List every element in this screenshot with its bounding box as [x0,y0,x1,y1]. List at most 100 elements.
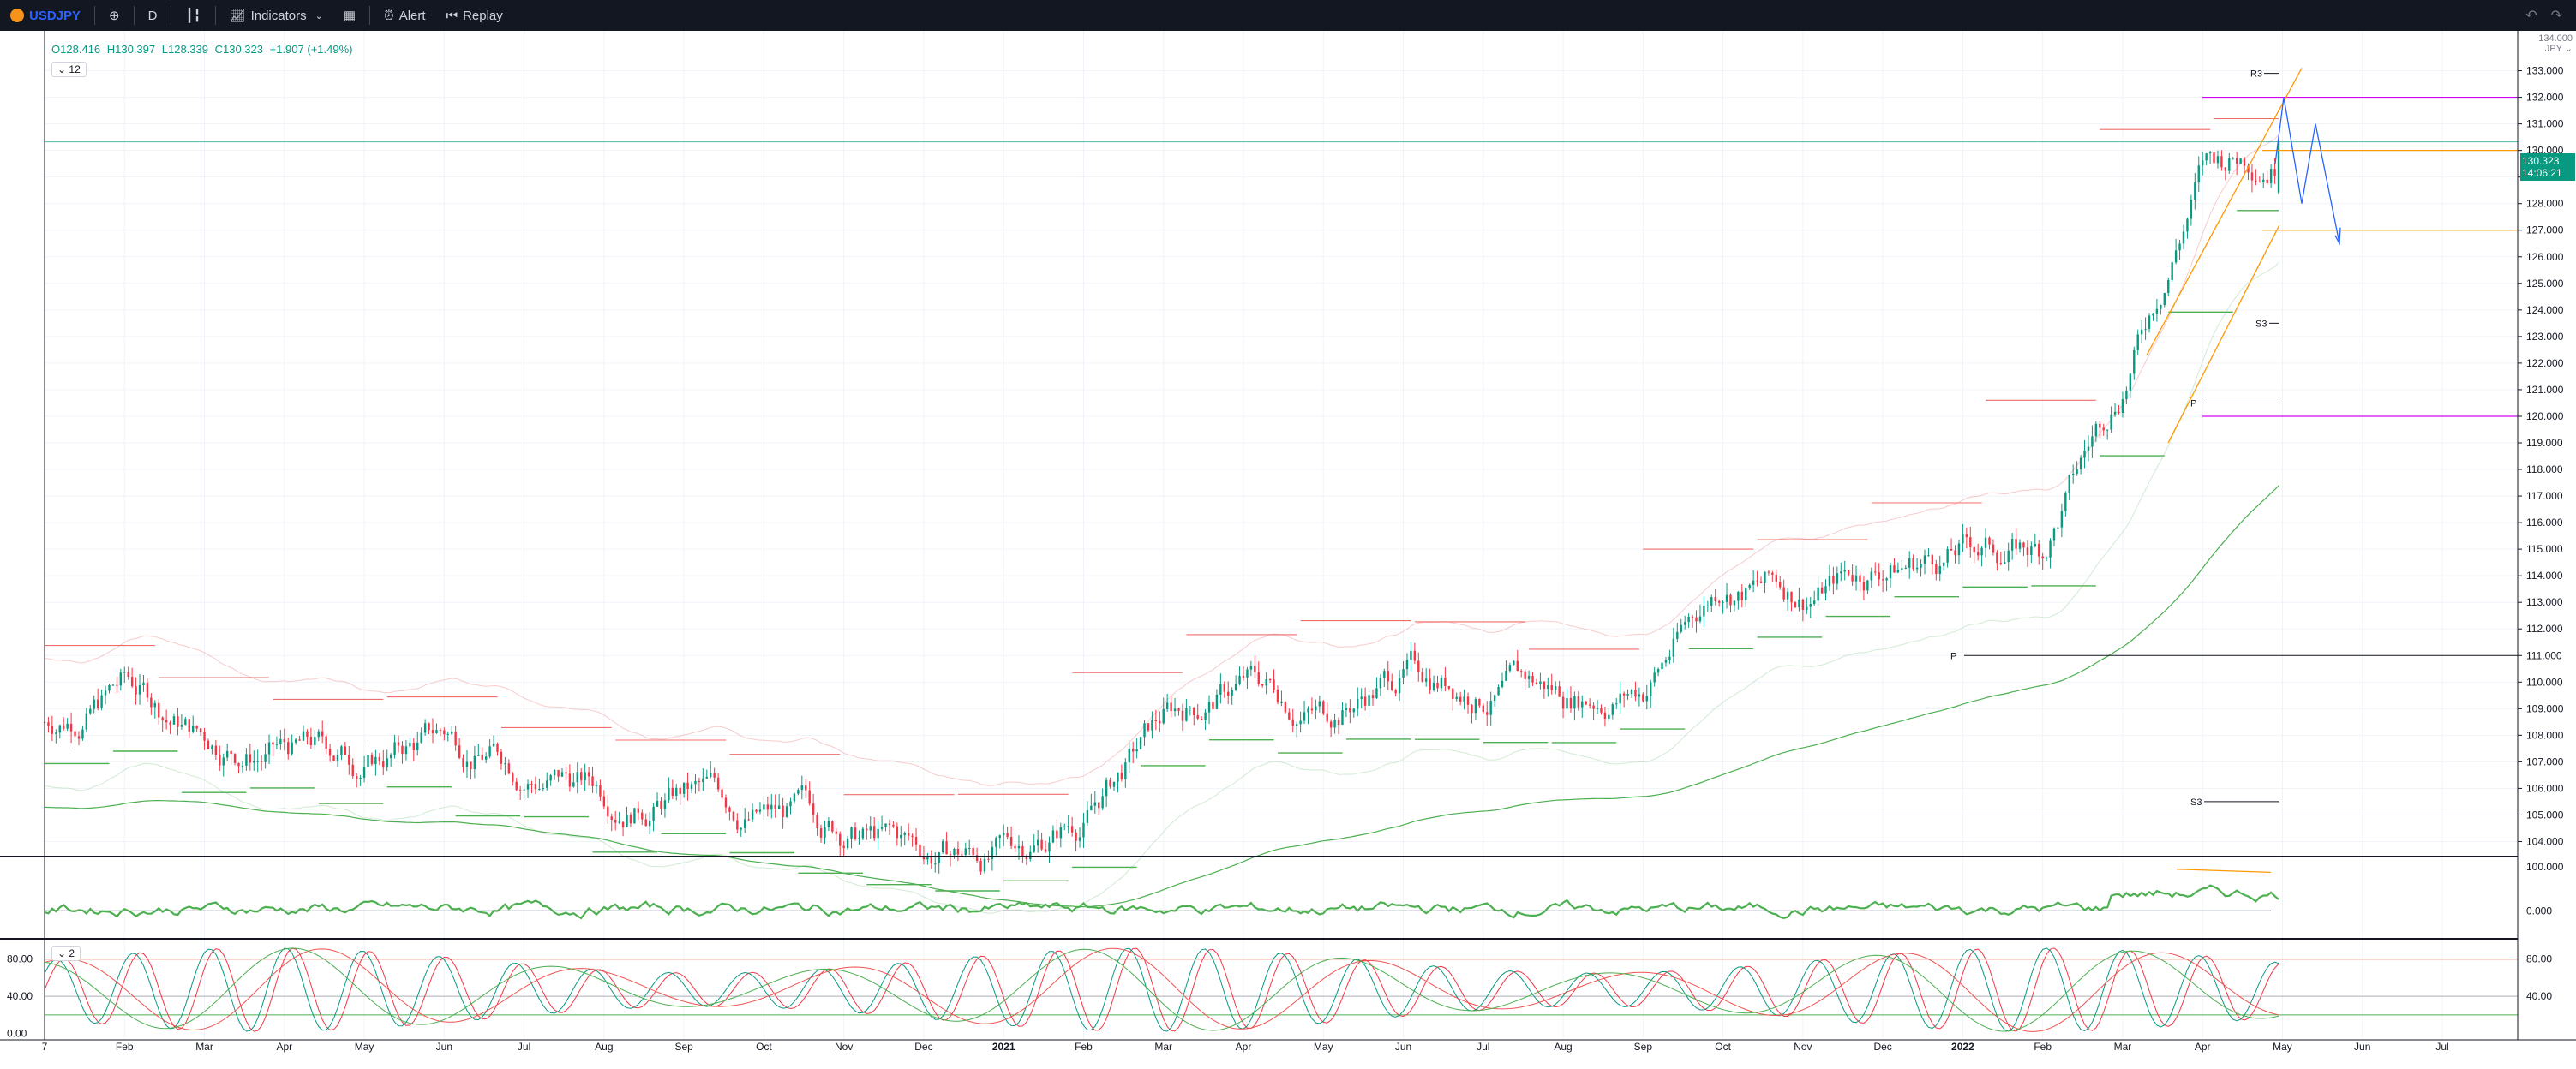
candle-body [1851,575,1854,582]
candle-body [1592,705,1595,709]
price-axis-label: 125.000 [2526,278,2564,290]
candle-body [1017,845,1021,849]
candle-body [237,762,240,767]
candle-body [743,819,746,828]
candle-body [1740,591,1744,600]
candle-body [1854,575,1858,582]
candle-body [100,695,103,708]
chart-area[interactable]: R3S3PPS3 133.000132.000131.000130.000129… [0,31,2576,1065]
time-axis-label: Aug [1554,1041,1572,1053]
chart-svg[interactable]: R3S3PPS3 133.000132.000131.000130.000129… [0,31,2576,1065]
candle-body [512,773,514,782]
pane-collapse-button[interactable]: ⌄ 2 [51,946,81,961]
candle-body [2243,158,2246,166]
candle-body [614,819,617,823]
candle-body [81,729,84,739]
candle-body [2202,160,2204,166]
candle-body [241,765,244,767]
layouts-button[interactable]: ▦ [333,0,366,31]
candle-body [225,750,229,758]
time-axis-label: Jul [518,1041,530,1053]
chart-type-button[interactable]: ┃╏ [175,0,211,31]
candle-body [367,755,369,768]
candle-body [1782,587,1785,600]
candle-body [1165,702,1169,709]
candle-body [1329,721,1333,728]
compare-button[interactable]: ⊕ [99,0,130,31]
candle-body [2004,562,2006,564]
projection-path [2274,97,2340,244]
candle-body [1843,570,1846,572]
candle-body [2250,172,2254,181]
candle-body [1196,714,1199,719]
candle-body [1717,600,1721,603]
interval-button[interactable]: D [138,0,168,31]
candle-body [264,754,267,762]
candle-body [1881,579,1884,581]
candle-body [1436,682,1439,689]
candle-body [1703,606,1705,617]
candle-body [484,756,488,760]
time-axis-label: Sep [674,1041,693,1053]
candle-body [1794,602,1797,608]
candle-body [412,742,416,750]
toolbar-divider [369,6,371,25]
candle-body [1349,708,1351,713]
candle-body [1969,537,1972,548]
candle-body [58,725,61,733]
candle-body [317,731,320,738]
candle-body [1904,567,1907,569]
price-axis-label: 105.000 [2526,809,2564,821]
indicators-button[interactable]: 📈︎ Indicators ⌄ [219,0,333,31]
time-axis-label: May [1314,1041,1333,1053]
candle-body [1664,660,1668,663]
currency-selector[interactable]: JPY ⌄ [2528,44,2573,54]
candle-body [1363,696,1367,706]
candle-body [344,746,347,755]
candle-body [1109,779,1111,787]
candle-body [1132,748,1135,752]
candle-body [1215,694,1219,709]
candle-body [2071,474,2075,475]
candle-body [1786,591,1789,600]
candle-body [294,739,297,743]
candle-body [1124,762,1127,779]
replay-button[interactable]: ⏮︎ Replay [436,0,513,31]
candle-body [130,677,134,687]
pane-indicator-count: 2 [69,947,75,959]
candle-body [1935,564,1938,575]
candle-body [1429,678,1431,690]
candle-body [1645,696,1648,702]
candle-body [1501,680,1504,687]
candle-body [995,838,997,847]
candle-body [423,723,427,733]
candle-body [1075,832,1077,841]
pivot-label: P [1950,651,1956,661]
redo-icon[interactable]: ↷ [2544,7,2569,24]
alert-button[interactable]: ⏰︎ Alert [374,0,436,31]
candle-body [428,723,430,731]
candle-body [470,761,472,770]
candle-body [2178,243,2181,251]
candle-body [518,790,522,791]
candle-body [831,821,834,832]
candle-body [1779,582,1782,588]
indicators-collapse-button[interactable]: ⌄ 12 [51,62,87,77]
undo-icon[interactable]: ↶ [2519,7,2543,24]
candle-body [454,732,457,746]
candle-body [2091,436,2094,447]
candle-body [941,841,944,853]
symbol-search[interactable]: USDJPY [0,0,91,31]
candle-body [2041,556,2044,559]
candle-body [1387,671,1389,682]
candle-body [1082,822,1085,838]
candle-body [2018,542,2022,549]
candle-body [919,844,921,857]
candle-body [2102,427,2105,431]
indicator-bands [44,117,2279,914]
candle-body [1147,723,1150,731]
candle-body [1535,682,1538,684]
candle-body [184,719,187,726]
candle-body [177,716,179,727]
candle-body [416,742,419,750]
